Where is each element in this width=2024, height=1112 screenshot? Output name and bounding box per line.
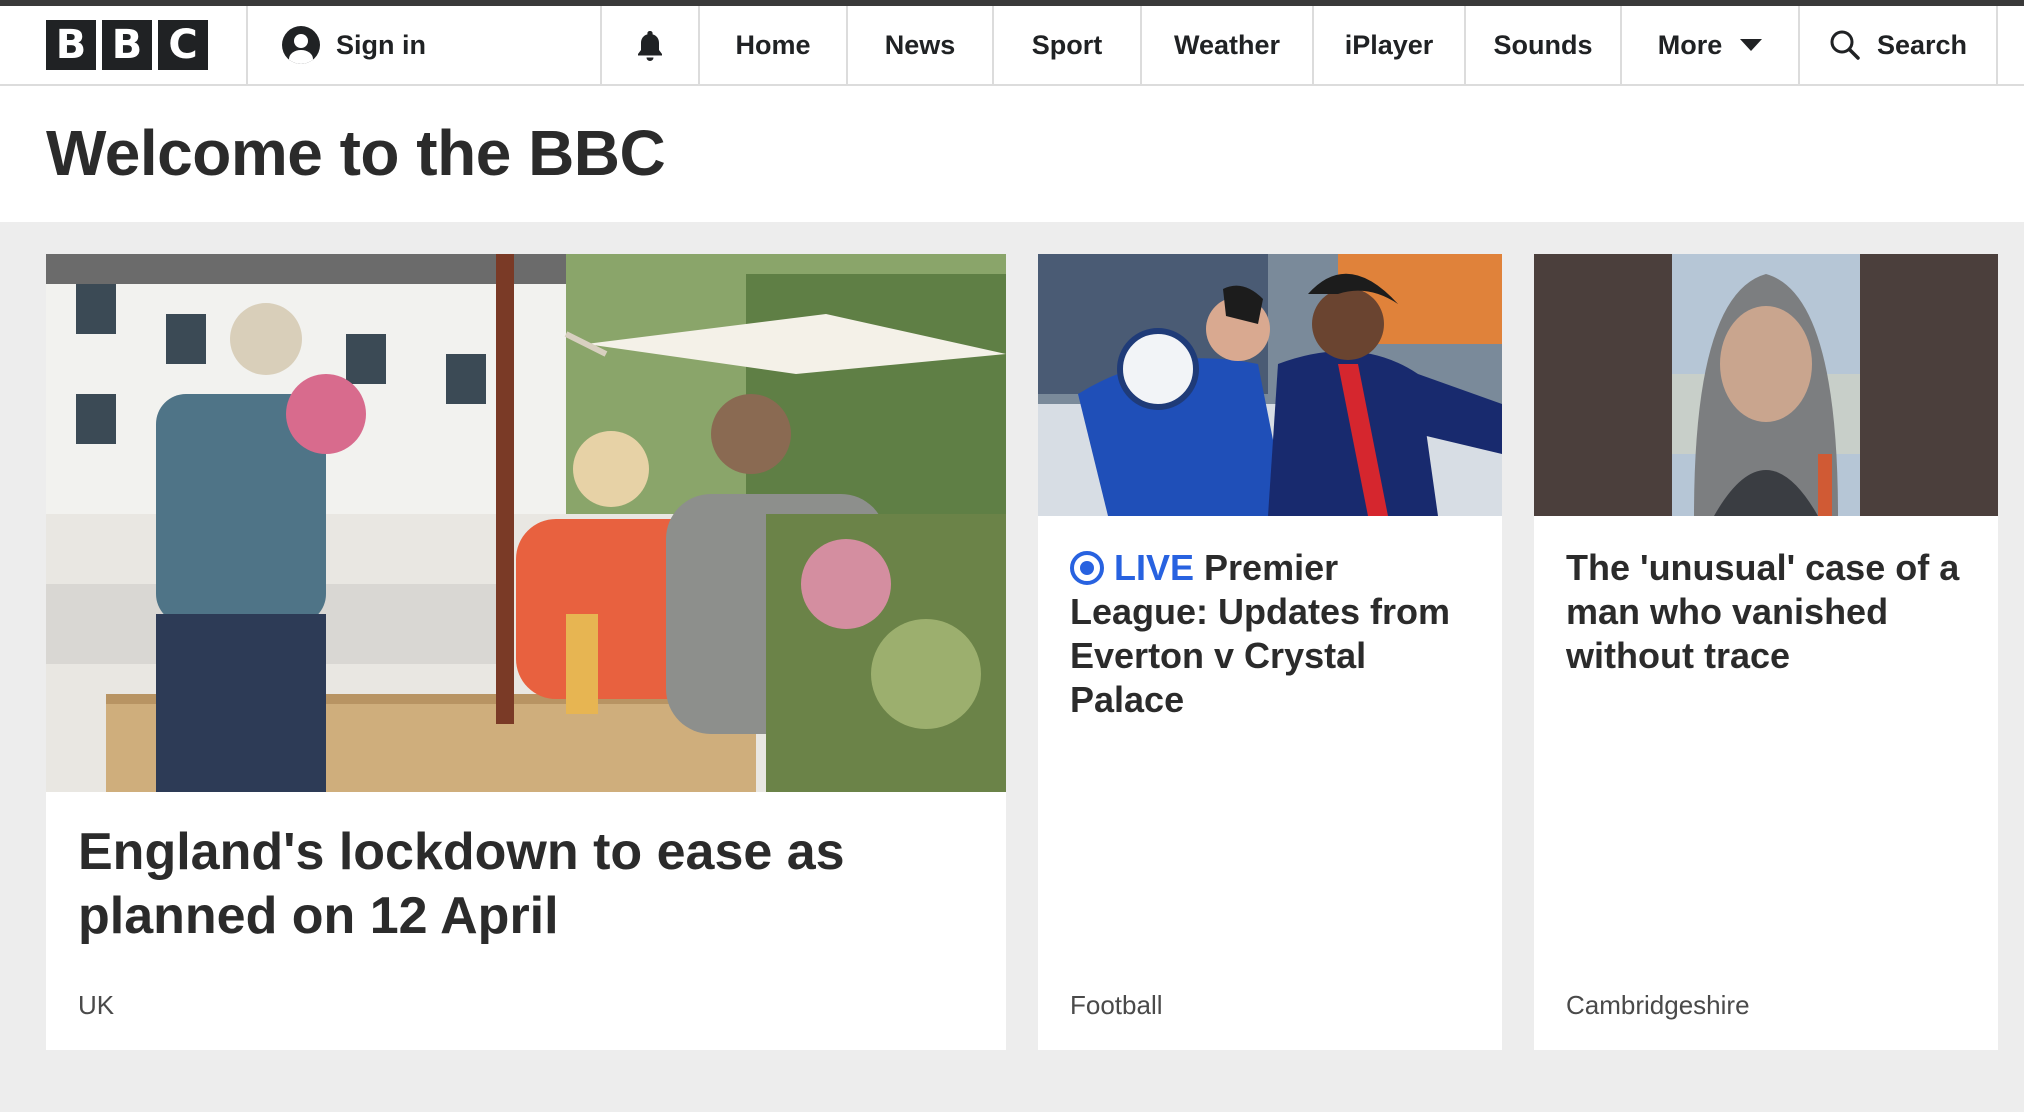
more-label: More [1657, 29, 1723, 60]
story-card-premier-league[interactable]: LIVE Premier League: Updates from Everto… [1038, 254, 1502, 1050]
bbc-logo: B B C [46, 20, 208, 70]
nav-item-home[interactable]: Home [700, 6, 848, 84]
story-image [1534, 254, 1998, 516]
chevron-down-icon [1740, 39, 1763, 51]
bbc-logo-link[interactable]: B B C [0, 6, 248, 84]
live-label: LIVE [1114, 547, 1195, 588]
nav-label: Sport [1031, 29, 1103, 60]
notifications-button[interactable] [602, 6, 700, 84]
story-section-tag[interactable]: Football [1070, 990, 1163, 1021]
nav-label: iPlayer [1344, 29, 1434, 60]
story-image [46, 254, 1006, 792]
bell-icon [638, 31, 662, 61]
more-menu-button[interactable]: More [1622, 6, 1800, 84]
search-button[interactable]: Search [1800, 6, 1998, 84]
logo-letter: C [158, 20, 208, 70]
logo-letter: B [46, 20, 96, 70]
nav-label: Sounds [1493, 29, 1593, 60]
nav-item-news[interactable]: News [848, 6, 994, 84]
story-card-lockdown[interactable]: England's lockdown to ease as planned on… [46, 254, 1006, 1050]
nav-label: Weather [1173, 29, 1281, 60]
nav-item-sport[interactable]: Sport [994, 6, 1142, 84]
global-navigation: B B C Sign in Home News Sport Weather iP… [0, 6, 2024, 86]
story-section-tag[interactable]: UK [78, 990, 114, 1021]
story-card-vanished-man[interactable]: The 'unusual' case of a man who vanished… [1534, 254, 1998, 1050]
search-label: Search [1876, 29, 1968, 60]
logo-letter: B [102, 20, 152, 70]
live-indicator-icon [1070, 551, 1104, 585]
nav-item-sounds[interactable]: Sounds [1466, 6, 1622, 84]
account-icon [282, 26, 320, 64]
story-headline: The 'unusual' case of a man who vanished… [1566, 547, 1960, 676]
sign-in-link[interactable]: Sign in [248, 6, 602, 84]
sign-in-label: Sign in [336, 29, 426, 60]
nav-item-iplayer[interactable]: iPlayer [1314, 6, 1466, 84]
nav-label: Home [735, 29, 811, 60]
nav-label: News [884, 29, 956, 60]
story-section-tag[interactable]: Cambridgeshire [1566, 990, 1750, 1021]
story-headline: England's lockdown to ease as planned on… [78, 823, 845, 945]
story-headline: LIVE Premier League: Updates from Everto… [1070, 546, 1480, 722]
search-icon [1830, 30, 1860, 60]
nav-item-weather[interactable]: Weather [1142, 6, 1314, 84]
top-stories-section: England's lockdown to ease as planned on… [0, 222, 2024, 1112]
story-image [1038, 254, 1502, 516]
page-title: Welcome to the BBC [46, 117, 666, 189]
